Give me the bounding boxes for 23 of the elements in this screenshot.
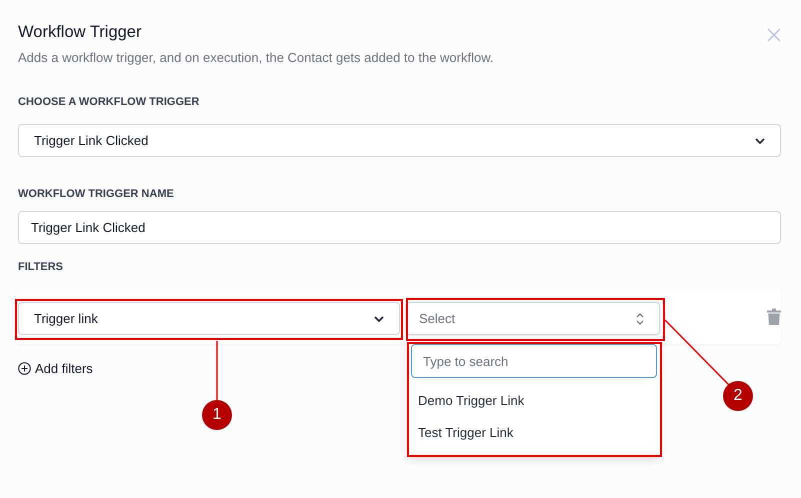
callout-number: 1 <box>202 400 232 430</box>
dialog-title: Workflow Trigger <box>18 23 142 42</box>
field-label: CHOOSE A WORKFLOW TRIGGER <box>18 96 200 108</box>
chevron-down-icon <box>754 136 766 144</box>
dropdown-option[interactable]: Test Trigger Link <box>411 417 657 449</box>
leader-line <box>664 319 730 386</box>
field-label: WORKFLOW TRIGGER NAME <box>18 188 175 200</box>
leader-line <box>216 341 218 400</box>
filter-field-select[interactable]: Trigger link <box>18 302 400 335</box>
search-field[interactable]: Type to search <box>411 344 657 378</box>
add-filters-button[interactable]: Add filters <box>18 361 93 376</box>
dialog-subtitle: Adds a workflow trigger, and on execution, the Contact gets added to the workflow. <box>18 50 494 65</box>
chevron-down-icon <box>373 314 385 322</box>
close-icon[interactable] <box>767 28 781 42</box>
plus-circle-icon <box>18 362 31 375</box>
trigger-select[interactable]: Trigger Link Clicked <box>18 124 781 157</box>
filter-value-select[interactable]: Select <box>406 302 660 335</box>
field-label: FILTERS <box>18 261 64 273</box>
up-down-caret-icon <box>635 310 645 326</box>
trigger-name-input[interactable]: Trigger Link Clicked <box>18 211 781 244</box>
trash-icon[interactable] <box>767 308 781 325</box>
callout-number: 2 <box>723 381 753 411</box>
dropdown-option[interactable]: Demo Trigger Link <box>411 385 657 417</box>
